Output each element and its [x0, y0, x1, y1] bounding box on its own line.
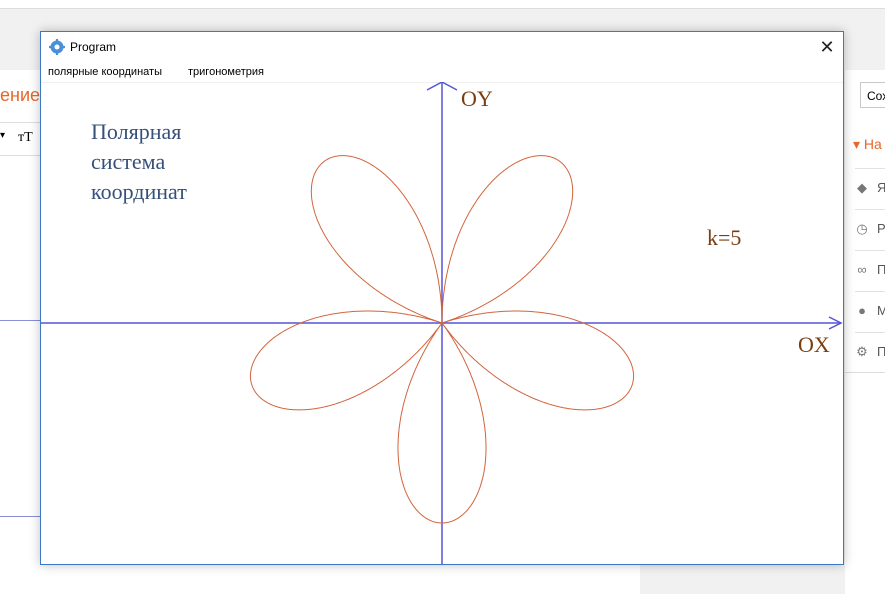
background-app-topbar — [0, 0, 885, 9]
background-editor-left: ение ▾ тТ — [0, 70, 40, 594]
dropdown-caret-icon[interactable]: ▾ — [0, 130, 5, 141]
menu-item-polar-coordinates[interactable]: полярные координаты — [48, 66, 162, 78]
gear-icon: ⚙ — [856, 344, 868, 359]
y-axis-label: OY — [461, 86, 493, 111]
sidebar-divider — [845, 372, 885, 373]
location-pin-icon: ● — [858, 303, 866, 318]
sidebar-item-location[interactable]: ● М — [855, 291, 885, 333]
sidebar-item-schedule[interactable]: ◷ Р — [855, 209, 885, 251]
link-icon: ∞ — [857, 262, 867, 277]
sidebar-item-link[interactable]: ∞ П — [855, 250, 885, 292]
x-axis-label: OX — [798, 332, 830, 357]
save-button[interactable]: Сох — [860, 82, 885, 108]
background-page-title: ение — [0, 85, 41, 105]
background-axis-line — [0, 516, 40, 517]
text-size-icon[interactable]: тТ — [18, 130, 33, 146]
window-title: Program — [70, 40, 117, 54]
close-button[interactable]: ✕ — [811, 32, 843, 62]
tag-icon: ◆ — [857, 180, 867, 195]
menu-bar: полярные координаты тригонометрия — [41, 62, 843, 83]
app-gear-icon — [49, 39, 65, 55]
k-value-label: k=5 — [707, 225, 742, 250]
drawing-canvas: Полярная система координат k=5 OX OY — [41, 82, 843, 564]
background-axis-line — [0, 320, 40, 321]
menu-item-trigonometry[interactable]: тригонометрия — [188, 66, 264, 78]
background-app-bottom — [0, 565, 640, 594]
sidebar-section-header[interactable]: ▾ На — [853, 136, 882, 153]
program-window: Program ✕ полярные координаты тригономет… — [40, 31, 844, 565]
sidebar-item-labels[interactable]: ◆ Я — [855, 168, 885, 210]
window-titlebar[interactable]: Program ✕ — [41, 32, 843, 62]
plot-title: Полярная система координат — [91, 119, 187, 204]
clock-icon: ◷ — [856, 221, 868, 236]
background-sidebar-right: Сох ▾ На ◆ Я ◷ Р ∞ П ● М ⚙ П — [845, 70, 885, 594]
sidebar-item-options[interactable]: ⚙ П — [855, 332, 885, 374]
background-format-toolbar: ▾ тТ — [0, 122, 40, 156]
close-icon: ✕ — [819, 37, 835, 57]
